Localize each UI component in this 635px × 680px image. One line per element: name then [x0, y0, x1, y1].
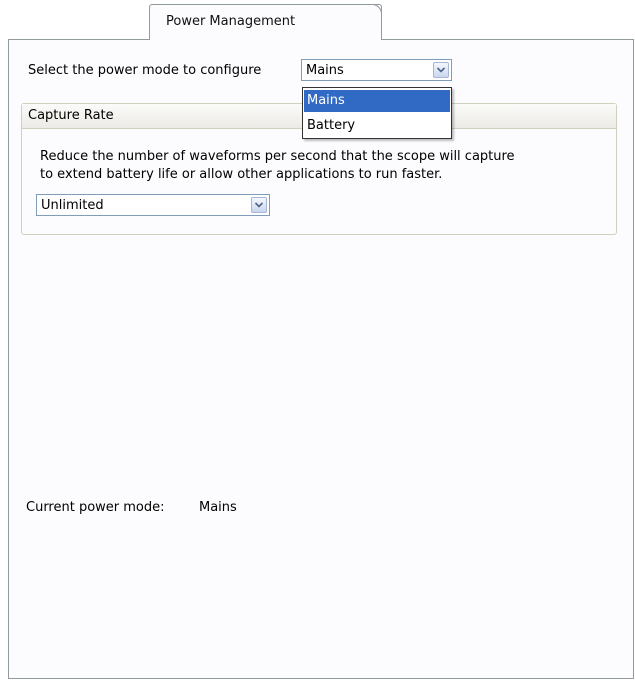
power-mode-label: Select the power mode to configure — [28, 63, 262, 78]
power-mode-dropdown-list: Mains Battery — [302, 87, 452, 139]
tab-corner — [369, 4, 382, 17]
power-mode-combobox[interactable]: Mains — [301, 59, 452, 81]
current-power-mode-value: Mains — [199, 500, 237, 515]
current-power-mode-label: Current power mode: — [26, 500, 165, 515]
capture-rate-title: Capture Rate — [28, 108, 114, 123]
tab-label: Power Management — [166, 14, 296, 29]
tab-power-management[interactable]: Power Management — [149, 4, 382, 40]
capture-rate-combobox[interactable]: Unlimited — [36, 194, 270, 216]
option-mains[interactable]: Mains — [304, 90, 450, 112]
option-battery[interactable]: Battery — [304, 115, 450, 137]
power-mode-value: Mains — [306, 63, 344, 78]
capture-rate-value: Unlimited — [41, 198, 104, 213]
chevron-down-icon[interactable] — [433, 62, 449, 78]
chevron-down-icon[interactable] — [251, 197, 267, 213]
description-line-2: to extend battery life or allow other ap… — [40, 167, 443, 182]
description-line-1: Reduce the number of waveforms per secon… — [40, 149, 515, 164]
capture-rate-description: Reduce the number of waveforms per secon… — [40, 148, 600, 184]
